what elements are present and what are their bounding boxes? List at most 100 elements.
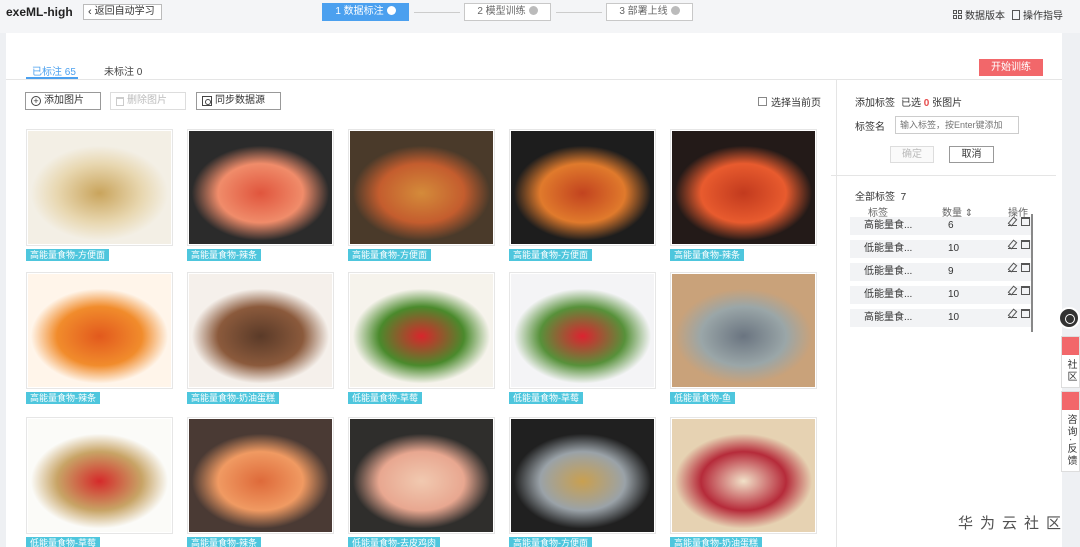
feedback-tab[interactable]: 咨询·反馈 — [1061, 391, 1080, 473]
delete-image-button[interactable]: 删除图片 — [110, 92, 186, 110]
image-label-tag: 高能量食物-辣条 — [670, 249, 744, 261]
cancel-button[interactable]: 取消 — [949, 146, 994, 163]
clock-icon — [528, 6, 538, 15]
cake-image — [672, 419, 815, 532]
edit-icon[interactable] — [1008, 240, 1017, 249]
image-label-tag: 低能量食物-草莓 — [509, 392, 583, 404]
image-card[interactable] — [187, 417, 334, 534]
image-label-tag: 低能量食物-去皮鸡肉 — [348, 537, 440, 547]
strawberry-image — [511, 274, 654, 387]
image-label-tag: 高能量食物-方便面 — [348, 249, 431, 261]
noodles-image — [28, 131, 171, 244]
image-label-tag: 低能量食物-草莓 — [348, 392, 422, 404]
divider — [6, 79, 1062, 80]
grid-icon — [953, 10, 962, 19]
step-data-labeling[interactable]: 1 数据标注 — [322, 3, 409, 21]
divider — [831, 175, 1056, 176]
delete-icon[interactable] — [1021, 286, 1030, 295]
label-count: 10 — [948, 243, 960, 254]
scrollbar[interactable] — [1031, 214, 1033, 332]
trash-icon — [116, 96, 124, 106]
back-label: 返回自动学习 — [94, 6, 155, 17]
image-card[interactable] — [26, 129, 173, 246]
label-name: 高能量食... — [864, 220, 913, 231]
image-card[interactable] — [187, 129, 334, 246]
delete-icon[interactable] — [1021, 263, 1030, 272]
label-row: 低能量食... 9 — [850, 263, 1032, 281]
step-deploy[interactable]: 3 部署上线 — [606, 3, 693, 21]
sync-source-button[interactable]: 同步数据源 — [196, 92, 281, 110]
add-image-button[interactable]: + 添加图片 — [25, 92, 101, 110]
clock-icon — [386, 6, 396, 15]
image-card[interactable] — [26, 417, 173, 534]
image-label-tag: 高能量食物-方便面 — [509, 537, 592, 547]
delete-icon[interactable] — [1021, 217, 1030, 226]
step-model-training[interactable]: 2 模型训练 — [464, 3, 551, 21]
label-row: 低能量食... 10 — [850, 286, 1032, 304]
strawberry-image — [28, 419, 171, 532]
cake-image — [189, 274, 332, 387]
image-card[interactable] — [509, 129, 656, 246]
plus-icon: + — [31, 96, 41, 106]
label-row: 高能量食... 6 — [850, 217, 1032, 235]
document-icon — [1012, 9, 1020, 20]
spicy-strips-image — [189, 131, 332, 244]
image-label-tag: 高能量食物-方便面 — [509, 249, 592, 261]
label-name: 低能量食... — [864, 289, 913, 300]
image-card[interactable] — [509, 417, 656, 534]
app-title: exeML-high — [6, 5, 73, 19]
image-card[interactable] — [26, 272, 173, 389]
delete-icon[interactable] — [1021, 240, 1030, 249]
edit-icon[interactable] — [1008, 286, 1017, 295]
top-bar: exeML-high ‹ 返回自动学习 1 数据标注 2 模型训练 3 部署上线… — [0, 0, 1080, 33]
chat-icon — [1062, 392, 1079, 410]
noodles-image — [511, 131, 654, 244]
spicy-strips-image — [672, 131, 815, 244]
all-labels-title: 全部标签 7 — [855, 192, 907, 203]
tab-labeled[interactable]: 已标注 65 — [32, 63, 76, 78]
image-label-tag: 高能量食物-辣条 — [187, 537, 261, 547]
label-name: 高能量食... — [864, 312, 913, 323]
label-name: 低能量食... — [864, 266, 913, 277]
spicy-strips-image — [189, 419, 332, 532]
image-card[interactable] — [348, 417, 495, 534]
sidebar-divider — [836, 80, 837, 547]
guide-link[interactable]: 操作指导 — [1012, 7, 1063, 22]
confirm-button[interactable]: 确定 — [890, 146, 934, 163]
label-name-input[interactable] — [895, 116, 1019, 134]
image-card[interactable] — [670, 417, 817, 534]
image-card[interactable] — [348, 129, 495, 246]
edit-icon[interactable] — [1008, 309, 1017, 318]
sync-icon — [202, 96, 212, 106]
edit-icon[interactable] — [1008, 263, 1017, 272]
spicy-strips-image — [28, 274, 171, 387]
checkbox[interactable] — [758, 97, 767, 106]
delete-icon[interactable] — [1021, 309, 1030, 318]
image-card[interactable] — [670, 272, 817, 389]
back-button[interactable]: ‹ 返回自动学习 — [83, 4, 162, 20]
chevron-left-icon: ‹ — [88, 6, 92, 18]
label-count: 6 — [948, 220, 954, 231]
image-card[interactable] — [670, 129, 817, 246]
robot-assistant-icon[interactable] — [1058, 307, 1080, 329]
image-card[interactable] — [187, 272, 334, 389]
selected-count: 已选 0 张图片 — [901, 98, 963, 109]
image-label-tag: 低能量食物-草莓 — [26, 537, 100, 547]
noodles-image — [350, 131, 493, 244]
label-row: 低能量食... 10 — [850, 240, 1032, 258]
image-label-tag: 高能量食物-奶油蛋糕 — [187, 392, 279, 404]
image-label-tag: 高能量食物-奶油蛋糕 — [670, 537, 762, 547]
dataset-version-link[interactable]: 数据版本 — [953, 7, 1005, 22]
headset-icon — [1062, 337, 1079, 355]
label-count: 10 — [948, 289, 960, 300]
label-count: 10 — [948, 312, 960, 323]
step-connector — [414, 12, 460, 13]
start-training-button[interactable]: 开始训练 — [979, 59, 1043, 76]
edit-icon[interactable] — [1008, 217, 1017, 226]
select-page-checkbox[interactable]: 选择当前页 — [758, 94, 821, 109]
community-tab[interactable]: 社区 — [1061, 336, 1080, 388]
tab-unlabeled[interactable]: 未标注 0 — [104, 63, 142, 78]
image-card[interactable] — [348, 272, 495, 389]
image-card[interactable] — [509, 272, 656, 389]
label-name: 低能量食... — [864, 243, 913, 254]
